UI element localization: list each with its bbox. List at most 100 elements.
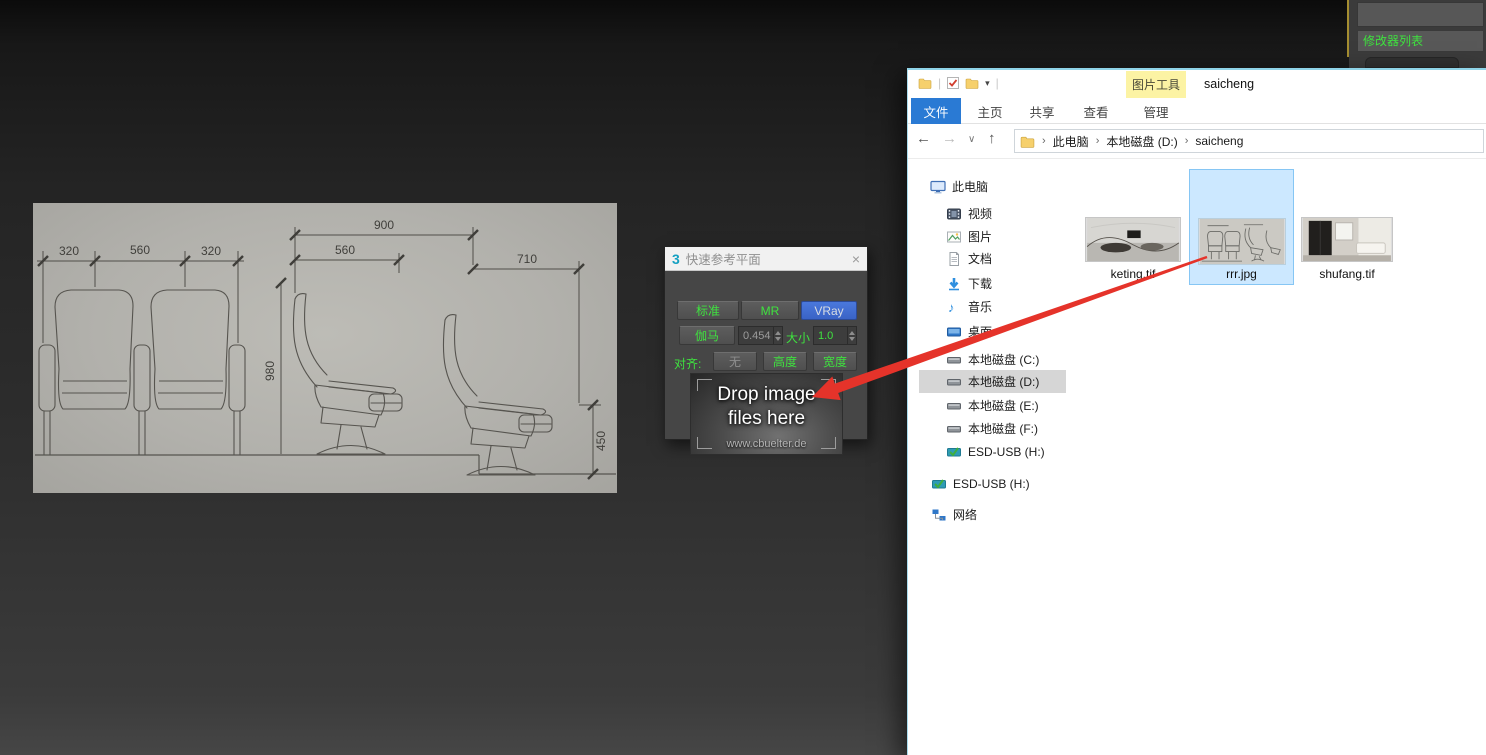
max-command-panel: 修改器列表 bbox=[1340, 0, 1486, 68]
forward-icon[interactable]: → bbox=[942, 130, 957, 147]
tab-file[interactable]: 文件 bbox=[911, 98, 961, 124]
sidebar-item-music[interactable]: ♪ 音乐 bbox=[908, 295, 1066, 318]
sidebar-item-downloads[interactable]: 下载 bbox=[908, 272, 1066, 295]
panel-border-line bbox=[1347, 0, 1349, 57]
dim-450: 450 bbox=[594, 431, 608, 451]
file-thumbnail-rrr[interactable] bbox=[1198, 218, 1286, 265]
sidebar-item-videos[interactable]: 视频 bbox=[908, 202, 1066, 225]
close-icon[interactable]: × bbox=[852, 252, 860, 266]
history-dropdown-icon[interactable]: ∨ bbox=[968, 134, 975, 145]
explorer-window: | ▾ | 图片工具 saicheng 文件 主页 共享 查看 管理 ← → ∨… bbox=[907, 68, 1486, 755]
size-value: 1.0 bbox=[818, 330, 847, 342]
renderer-mr-button[interactable]: MR bbox=[741, 301, 799, 320]
sidebar-item-esd-usb-root[interactable]: ESD-USB (H:) bbox=[908, 472, 1066, 495]
sidebar-item-desktop[interactable]: 桌面 bbox=[908, 320, 1066, 343]
documents-icon bbox=[946, 251, 962, 267]
rrr-preview bbox=[1199, 219, 1285, 264]
keting-preview bbox=[1086, 218, 1180, 261]
back-icon[interactable]: ← bbox=[916, 130, 931, 147]
file-label-shufang[interactable]: shufang.tif bbox=[1301, 267, 1393, 283]
disk-icon bbox=[946, 421, 962, 437]
disk-icon bbox=[946, 352, 962, 368]
sidebar-item-this-pc[interactable]: 此电脑 bbox=[908, 175, 1066, 198]
file-thumbnail-shufang[interactable] bbox=[1301, 217, 1393, 262]
sidebar-item-disk-f[interactable]: 本地磁盘 (F:) bbox=[908, 417, 1066, 440]
folder-icon bbox=[1020, 135, 1035, 148]
tab-view[interactable]: 查看 bbox=[1074, 98, 1118, 124]
pictures-icon bbox=[946, 229, 962, 245]
gamma-spinner[interactable]: 0.454 bbox=[738, 326, 783, 345]
crumb-separator-icon: › bbox=[1042, 135, 1046, 147]
renderer-vray-button[interactable]: VRay bbox=[801, 301, 857, 320]
seat-drawing: 320 560 320 900 560 710 980 450 bbox=[33, 203, 617, 493]
qat-dropdown-icon[interactable]: ▾ bbox=[985, 78, 990, 89]
modifier-list-dropdown[interactable]: 修改器列表 bbox=[1357, 30, 1484, 52]
max-logo-icon: 3 bbox=[672, 251, 680, 267]
align-label: 对齐: bbox=[674, 355, 701, 372]
breadcrumb-saicheng[interactable]: saicheng bbox=[1195, 134, 1243, 148]
align-height-button[interactable]: 高度 bbox=[763, 352, 807, 371]
svg-text:♪: ♪ bbox=[948, 300, 955, 315]
object-name-field[interactable] bbox=[1357, 2, 1484, 27]
usb-drive-icon bbox=[931, 476, 947, 492]
drop-zone-text: Drop image files here bbox=[691, 383, 842, 431]
dialog-titlebar[interactable]: 3 快速参考平面 × bbox=[665, 247, 867, 271]
renderer-standard-button[interactable]: 标准 bbox=[677, 301, 739, 320]
disk-icon bbox=[946, 374, 962, 390]
drop-image-zone[interactable]: Drop image files here www.cbuelter.de bbox=[690, 373, 843, 455]
align-none-button[interactable]: 无 bbox=[713, 352, 757, 371]
sidebar-item-esd-usb[interactable]: ESD-USB (H:) bbox=[908, 440, 1066, 463]
dim-900: 900 bbox=[374, 218, 394, 232]
sidebar-item-disk-d[interactable]: 本地磁盘 (D:) bbox=[919, 370, 1066, 393]
videos-icon bbox=[946, 206, 962, 222]
downloads-icon bbox=[946, 276, 962, 292]
tab-manage[interactable]: 管理 bbox=[1134, 98, 1178, 124]
size-label: 大小 bbox=[786, 329, 810, 346]
dim-320-left: 320 bbox=[59, 244, 79, 258]
up-icon[interactable]: ↑ bbox=[988, 130, 996, 147]
shufang-preview bbox=[1302, 218, 1392, 261]
new-folder-icon[interactable] bbox=[965, 77, 979, 89]
tab-share[interactable]: 共享 bbox=[1020, 98, 1064, 124]
gamma-value: 0.454 bbox=[743, 330, 773, 342]
network-icon bbox=[931, 507, 947, 523]
music-icon: ♪ bbox=[946, 299, 962, 315]
breadcrumb-drive-d[interactable]: 本地磁盘 (D:) bbox=[1106, 133, 1177, 150]
dim-560-front: 560 bbox=[130, 243, 150, 257]
address-bar-row: ← → ∨ ↑ › 此电脑 › 本地磁盘 (D:) › saicheng bbox=[908, 124, 1486, 159]
sidebar-item-documents[interactable]: 文档 bbox=[908, 247, 1066, 270]
address-box[interactable]: › 此电脑 › 本地磁盘 (D:) › saicheng bbox=[1014, 129, 1484, 153]
align-width-button[interactable]: 宽度 bbox=[813, 352, 857, 371]
quick-reference-plane-dialog: 3 快速参考平面 × 标准 MR VRay 伽马 0.454 大小 1.0 对齐… bbox=[664, 246, 868, 440]
drop-zone-url: www.cbuelter.de bbox=[691, 438, 842, 450]
reference-drawing-photo: 320 560 320 900 560 710 980 450 bbox=[33, 203, 617, 493]
disk-icon bbox=[946, 398, 962, 414]
folder-icon[interactable] bbox=[918, 77, 932, 89]
sidebar-item-pictures[interactable]: 图片 bbox=[908, 225, 1066, 248]
crumb-separator-icon: › bbox=[1185, 135, 1189, 147]
properties-check-icon[interactable] bbox=[947, 77, 959, 89]
dim-710: 710 bbox=[517, 252, 537, 266]
this-pc-icon bbox=[930, 179, 946, 195]
rollout-header-stub[interactable] bbox=[1365, 57, 1459, 68]
ribbon-tabs: 文件 主页 共享 查看 管理 bbox=[908, 98, 1486, 124]
file-label-rrr[interactable]: rrr.jpg bbox=[1190, 267, 1293, 283]
file-thumbnail-keting[interactable] bbox=[1085, 217, 1181, 262]
crumb-separator-icon: › bbox=[1096, 135, 1100, 147]
spinner-arrows-icon[interactable] bbox=[773, 327, 782, 344]
usb-drive-icon bbox=[946, 444, 962, 460]
picture-tools-tab[interactable]: 图片工具 bbox=[1126, 71, 1186, 98]
explorer-titlebar[interactable]: | ▾ | 图片工具 saicheng bbox=[908, 70, 1486, 98]
size-spinner[interactable]: 1.0 bbox=[813, 326, 857, 345]
breadcrumb-this-pc[interactable]: 此电脑 bbox=[1053, 133, 1089, 150]
file-label-keting[interactable]: keting.tif bbox=[1085, 267, 1181, 283]
sidebar-item-disk-e[interactable]: 本地磁盘 (E:) bbox=[908, 394, 1066, 417]
dim-560-side: 560 bbox=[335, 243, 355, 257]
gamma-button[interactable]: 伽马 bbox=[679, 326, 735, 345]
tab-home[interactable]: 主页 bbox=[968, 98, 1012, 124]
sidebar-item-disk-c[interactable]: 本地磁盘 (C:) bbox=[908, 348, 1066, 371]
file-selected-rrr[interactable]: rrr.jpg bbox=[1189, 169, 1294, 285]
spinner-arrows-icon[interactable] bbox=[847, 327, 856, 344]
sidebar-item-network[interactable]: 网络 bbox=[908, 503, 1066, 526]
dim-980: 980 bbox=[263, 361, 277, 381]
